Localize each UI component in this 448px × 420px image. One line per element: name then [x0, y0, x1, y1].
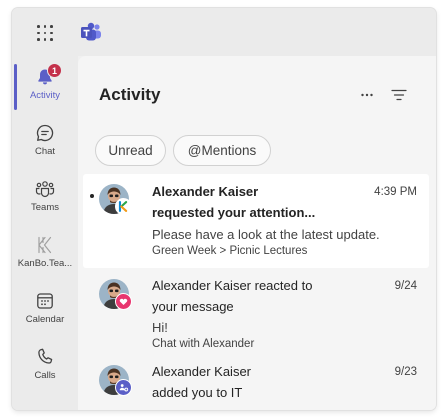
activity-item[interactable]: Alexander Kaiser added you to IT 9/23 — [83, 356, 429, 410]
rail-label-calendar: Calendar — [25, 314, 65, 325]
activity-item[interactable]: Alexander Kaiser requested your attentio… — [83, 174, 429, 268]
rail-item-chat[interactable]: Chat — [12, 114, 78, 166]
app-launcher-icon[interactable] — [37, 25, 53, 41]
chat-icon — [36, 124, 54, 142]
activity-time: 9/23 — [394, 366, 417, 378]
more-options-button[interactable] — [356, 84, 378, 106]
rail-label-chat: Chat — [34, 146, 56, 157]
teams-window: 1 Activity Chat Teams KanBo.Tea... Calen… — [12, 8, 436, 410]
activity-time: 4:39 PM — [374, 186, 417, 198]
activity-context: Chat with Alexander — [152, 338, 255, 350]
activity-title-line2: your message — [152, 299, 234, 314]
teams-logo-icon — [81, 22, 101, 41]
unread-indicator — [90, 194, 94, 198]
heart-icon — [115, 293, 132, 310]
activity-time: 9/24 — [394, 280, 417, 292]
more-icon — [361, 93, 373, 97]
filter-chip-unread[interactable]: Unread — [95, 135, 166, 166]
activity-context: Green Week > Picnic Lectures — [152, 245, 308, 257]
team-add-icon — [115, 379, 132, 396]
notification-badge: 1 — [47, 63, 62, 78]
title-bar — [12, 8, 436, 56]
activity-preview: Please have a look at the latest update. — [152, 227, 380, 242]
activity-action: requested your attention... — [152, 205, 316, 220]
activity-item[interactable]: Alexander Kaiser reacted to your message… — [83, 270, 429, 356]
teams-icon — [35, 181, 55, 198]
activity-title-line1: Alexander Kaiser — [152, 364, 251, 379]
rail-item-activity[interactable]: 1 Activity — [12, 58, 78, 110]
rail-item-kanbo[interactable]: KanBo.Tea... — [12, 226, 78, 278]
rail-label-activity: Activity — [29, 90, 61, 101]
activity-title-line1: Alexander Kaiser reacted to — [152, 278, 313, 293]
rail-label-calls: Calls — [34, 370, 56, 381]
active-indicator — [14, 64, 17, 110]
rail-item-calls[interactable]: Calls — [12, 338, 78, 390]
filter-button[interactable] — [388, 84, 410, 106]
filter-icon — [391, 89, 407, 101]
activity-panel: Activity Unread @Mentions Alexander Kais… — [78, 56, 436, 410]
rail-item-calendar[interactable]: Calendar — [12, 282, 78, 334]
activity-feed: Alexander Kaiser requested your attentio… — [78, 174, 436, 410]
activity-title-line2: added you to IT — [152, 385, 243, 400]
activity-preview: Hi! — [152, 320, 168, 335]
rail-item-teams[interactable]: Teams — [12, 170, 78, 222]
app-bar: 1 Activity Chat Teams KanBo.Tea... Calen… — [12, 56, 78, 410]
filter-chip-mentions[interactable]: @Mentions — [173, 135, 271, 166]
calendar-icon — [37, 293, 53, 309]
rail-label-teams: Teams — [31, 202, 59, 213]
rail-label-kanbo: KanBo.Tea... — [17, 258, 73, 269]
phone-icon — [38, 348, 53, 364]
kanbo-app-icon — [38, 236, 52, 254]
page-title: Activity — [99, 85, 161, 104]
activity-sender: Alexander Kaiser — [152, 184, 259, 199]
kanbo-icon — [115, 198, 132, 215]
